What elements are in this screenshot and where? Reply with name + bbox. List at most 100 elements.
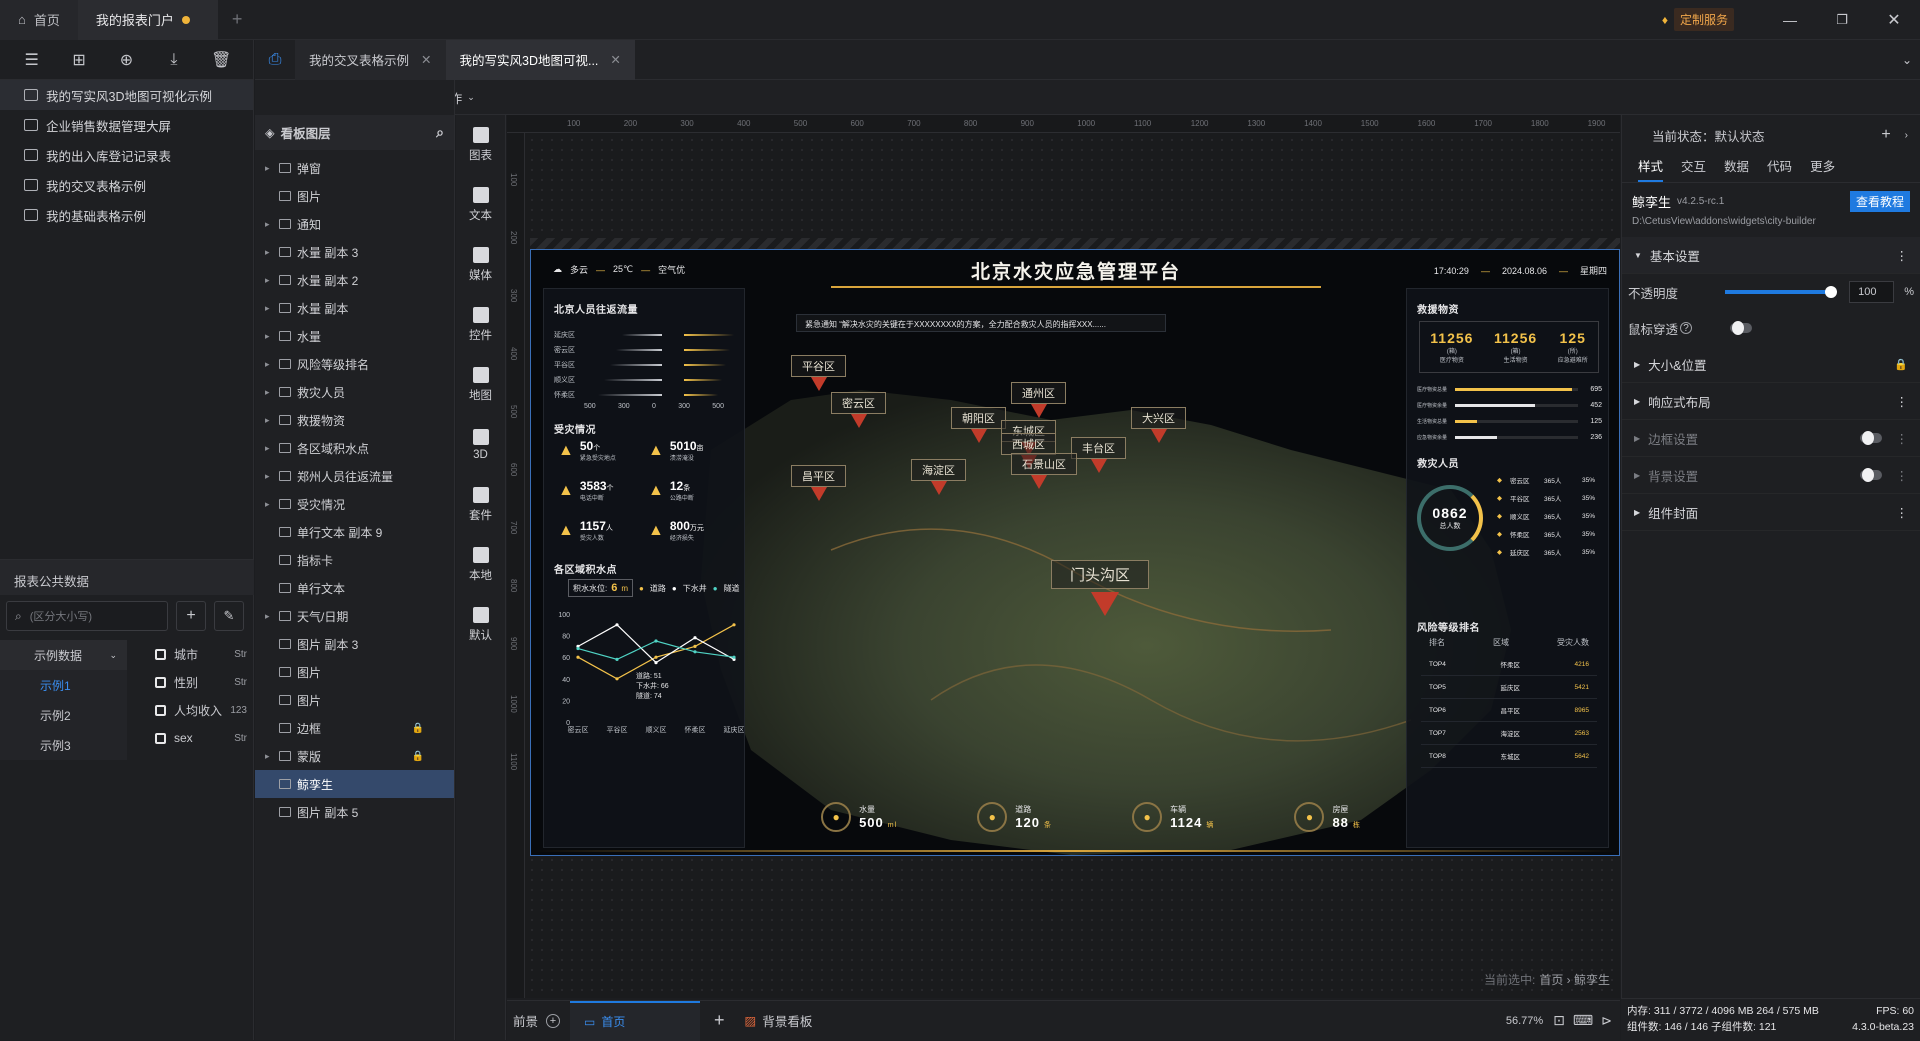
map-pin-icon[interactable] [1031, 475, 1047, 489]
new-file-icon[interactable]: ⊕ [114, 48, 138, 72]
component-4[interactable]: 地图 [456, 355, 505, 415]
map-district-label[interactable]: 西城区 [1001, 433, 1056, 455]
layer-item[interactable]: 图片 [255, 658, 454, 686]
field-item[interactable]: sex Str [155, 724, 247, 752]
property-section[interactable]: ▶ 组件封面 ⋮ [1622, 494, 1920, 531]
map-district-label[interactable]: 朝阳区 [951, 407, 1006, 429]
map-pin-icon[interactable] [811, 487, 827, 501]
layer-item[interactable]: ▸ 弹窗 [255, 154, 454, 182]
section-toggle[interactable] [1859, 468, 1882, 482]
lock-icon[interactable]: 🔒 [412, 751, 424, 762]
doc-tab-cross-table[interactable]: 我的交叉表格示例 ✕ [295, 39, 446, 80]
layer-item[interactable]: 边框 🔒 [255, 714, 454, 742]
layer-item[interactable]: ▸ 水量 [255, 322, 454, 350]
fit-screen-icon[interactable]: ⊡ [1553, 1012, 1565, 1029]
property-section[interactable]: ▶ 边框设置 ⋮ [1622, 420, 1920, 457]
page-tab-home[interactable]: ▭ 首页 [570, 1000, 701, 1041]
component-2[interactable]: 媒体 [456, 235, 505, 295]
lock-icon[interactable]: 🔒 [412, 723, 424, 734]
component-1[interactable]: 文本 [456, 175, 505, 235]
chevron-down-icon[interactable]: ⌄ [1902, 53, 1912, 67]
search-icon[interactable]: ⌕ [436, 124, 444, 141]
map-district-label[interactable]: 通州区 [1011, 382, 1066, 404]
layer-item[interactable]: ▸ 水量 副本 3 [255, 238, 454, 266]
doc-tab-3d-map[interactable]: 我的写实风3D地图可视... ✕ [445, 39, 635, 80]
add-dataset-button[interactable]: + [176, 601, 206, 631]
close-tab-icon[interactable]: ✕ [610, 52, 620, 67]
layer-item[interactable]: 图片 [255, 182, 454, 210]
more-icon[interactable]: ⋮ [1896, 248, 1909, 263]
menu-icon[interactable]: ☰ [20, 48, 44, 72]
edit-dataset-button[interactable]: ✎ [214, 601, 244, 631]
chevron-right-icon[interactable]: › [1905, 130, 1908, 141]
caret-right-icon[interactable]: ▸ [265, 303, 273, 314]
checkbox-icon[interactable] [155, 648, 166, 660]
component-5[interactable]: 3D [456, 415, 505, 475]
layer-item[interactable]: ▸ 水量 副本 2 [255, 266, 454, 294]
more-icon[interactable]: ⋮ [1896, 394, 1909, 409]
property-tab[interactable]: 更多 [1810, 156, 1835, 182]
terminal-icon[interactable]: ⊳ [1601, 1013, 1612, 1029]
layer-item[interactable]: ▸ 郑州人员往返流量 [255, 462, 454, 490]
page-search-icon[interactable]: ⎙ [255, 40, 295, 80]
more-icon[interactable]: ⋮ [1896, 431, 1909, 446]
field-item[interactable]: 性别 Str [155, 668, 247, 696]
map-pin-icon[interactable] [931, 481, 947, 495]
map-pin-icon[interactable] [1091, 592, 1119, 616]
search-input[interactable]: ⌕ (区分大小写) [6, 601, 168, 631]
tab-report-portal[interactable]: 我的报表门户 [77, 0, 218, 40]
layer-item[interactable]: ▸ 救援物资 [255, 406, 454, 434]
checkbox-icon[interactable] [155, 676, 166, 688]
component-0[interactable]: 图表 [456, 115, 505, 175]
map-district-label[interactable]: 平谷区 [791, 355, 846, 377]
keyboard-icon[interactable]: ⌨ [1573, 1012, 1593, 1029]
tutorial-button[interactable]: 查看教程 [1849, 191, 1910, 212]
opacity-input[interactable]: 100 [1849, 281, 1895, 303]
opacity-slider[interactable] [1724, 286, 1838, 298]
project-item[interactable]: 我的出入库登记记录表 [0, 140, 253, 170]
caret-right-icon[interactable]: ▸ [265, 611, 273, 622]
caret-right-icon[interactable]: ▸ [265, 751, 273, 762]
caret-right-icon[interactable]: ▸ [265, 163, 273, 174]
layer-item[interactable]: 单行文本 [255, 574, 454, 602]
dataset-item[interactable]: 示例3 [0, 730, 127, 760]
component-8[interactable]: 默认 [456, 595, 505, 655]
add-page-icon[interactable]: + [714, 1010, 725, 1031]
restore-icon[interactable]: ❐ [1816, 12, 1868, 28]
map-district-label[interactable]: 昌平区 [791, 465, 846, 487]
close-tab-icon[interactable]: ✕ [421, 52, 431, 67]
property-tab[interactable]: 数据 [1724, 156, 1749, 182]
property-tab[interactable]: 交互 [1681, 156, 1706, 182]
project-item[interactable]: 企业销售数据管理大屏 [0, 110, 253, 140]
map-district-label[interactable]: 丰台区 [1071, 437, 1126, 459]
trash-icon[interactable]: 🗑 [209, 48, 233, 72]
layer-item[interactable]: 图片 副本 5 [255, 798, 454, 826]
layer-item[interactable]: ▸ 通知 [255, 210, 454, 238]
custom-service-button[interactable]: ♦ 定制服务 [1662, 8, 1734, 31]
layer-item[interactable]: 指标卡 [255, 546, 454, 574]
map-district-label[interactable]: 大兴区 [1131, 407, 1186, 429]
map-district-label[interactable]: 密云区 [831, 392, 886, 414]
close-icon[interactable]: ✕ [1868, 10, 1920, 30]
map-pin-icon[interactable] [971, 429, 987, 443]
component-3[interactable]: 控件 [456, 295, 505, 355]
checkbox-icon[interactable] [155, 732, 166, 744]
layer-item[interactable]: ▸ 天气/日期 [255, 602, 454, 630]
layer-item[interactable]: ▸ 救灾人员 [255, 378, 454, 406]
project-item[interactable]: 我的写实风3D地图可视化示例 [0, 80, 253, 110]
caret-right-icon[interactable]: ▸ [265, 387, 273, 398]
caret-right-icon[interactable]: ▸ [265, 415, 273, 426]
dataset-group[interactable]: 示例数据 ⌄ [0, 640, 127, 670]
add-state-icon[interactable]: + [1881, 126, 1890, 144]
minimize-icon[interactable]: — [1764, 12, 1816, 28]
layer-item[interactable]: ▸ 蒙版 🔒 [255, 742, 454, 770]
property-section[interactable]: ▶ 大小&位置 🔒 [1622, 346, 1920, 383]
project-item[interactable]: 我的基础表格示例 [0, 200, 253, 230]
download-icon[interactable]: ⤓ [162, 48, 186, 72]
property-section[interactable]: ▶ 背景设置 ⋮ [1622, 457, 1920, 494]
foreground-tab[interactable]: 前景 [513, 1011, 538, 1030]
dashboard-preview[interactable]: 平谷区 密云区 通州区 朝阳区 大兴区 东城区 西城区 丰台区 昌平区 海淀区 石景山区 门头沟区 ☁… [530, 249, 1620, 856]
new-folder-icon[interactable]: ⊞ [67, 48, 91, 72]
caret-right-icon[interactable]: ▸ [265, 359, 273, 370]
layer-item[interactable]: 图片 [255, 686, 454, 714]
